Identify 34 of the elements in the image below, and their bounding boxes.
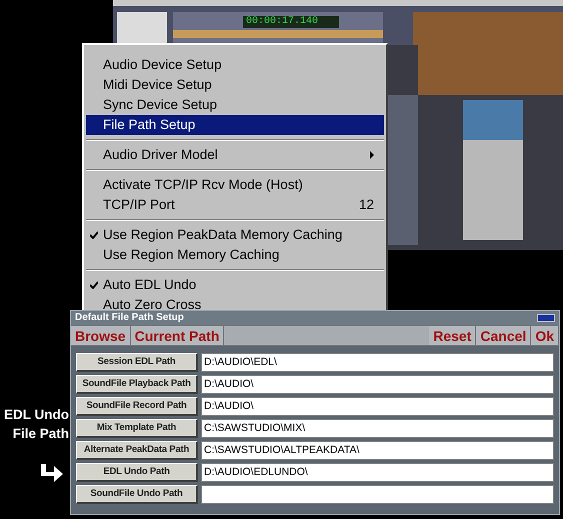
path-button[interactable]: Mix Template Path [76, 419, 198, 438]
menu-item[interactable]: TCP/IP Port 12 [86, 195, 384, 215]
menu-item[interactable]: Use Region PeakData Memory Caching [86, 225, 384, 245]
toolbar-button[interactable]: Cancel [476, 326, 532, 345]
path-button[interactable]: EDL Undo Path [76, 463, 198, 482]
path-button[interactable]: SoundFile Record Path [76, 397, 198, 416]
path-field[interactable]: D:\AUDIO\ [201, 375, 554, 394]
menu-item[interactable]: Audio Driver Model [86, 145, 384, 165]
toolbar-button[interactable]: Current Path [130, 326, 224, 345]
toolbar-button[interactable]: Ok [531, 326, 559, 345]
annotation-text: EDL Undo File Path [3, 406, 69, 443]
menu-item[interactable]: Sync Device Setup [86, 95, 384, 115]
path-button[interactable]: Alternate PeakData Path [76, 441, 198, 460]
menu-item[interactable]: Use Region Memory Caching [86, 245, 384, 265]
path-button[interactable]: SoundFile Playback Path [76, 375, 198, 394]
window-title: Default File Path Setup [75, 312, 184, 324]
path-field[interactable]: D:\AUDIO\ [201, 397, 554, 416]
path-button[interactable]: SoundFile Undo Path [76, 485, 198, 504]
path-field[interactable] [201, 485, 554, 504]
minimize-button[interactable] [537, 314, 555, 322]
menu-item[interactable]: Midi Device Setup [86, 75, 384, 95]
menu-item[interactable]: Audio Device Setup [86, 55, 384, 75]
path-field[interactable]: C:\SAWSTUDIO\MIX\ [201, 419, 554, 438]
time-display: 00:00:17.140 [246, 16, 318, 28]
menu-item[interactable]: File Path Setup [86, 115, 384, 135]
path-field[interactable]: D:\AUDIO\EDLUNDO\ [201, 463, 554, 482]
menu-item[interactable]: Auto EDL Undo [86, 275, 384, 295]
arrow-icon [40, 463, 64, 483]
path-button[interactable]: Session EDL Path [76, 353, 198, 372]
path-field[interactable]: D:\AUDIO\EDL\ [201, 353, 554, 372]
toolbar-button[interactable]: Reset [429, 326, 476, 345]
toolbar-button[interactable]: Browse [71, 326, 131, 345]
path-field[interactable]: C:\SAWSTUDIO\ALTPEAKDATA\ [201, 441, 554, 460]
menu-item[interactable]: Activate TCP/IP Rcv Mode (Host) [86, 175, 384, 195]
